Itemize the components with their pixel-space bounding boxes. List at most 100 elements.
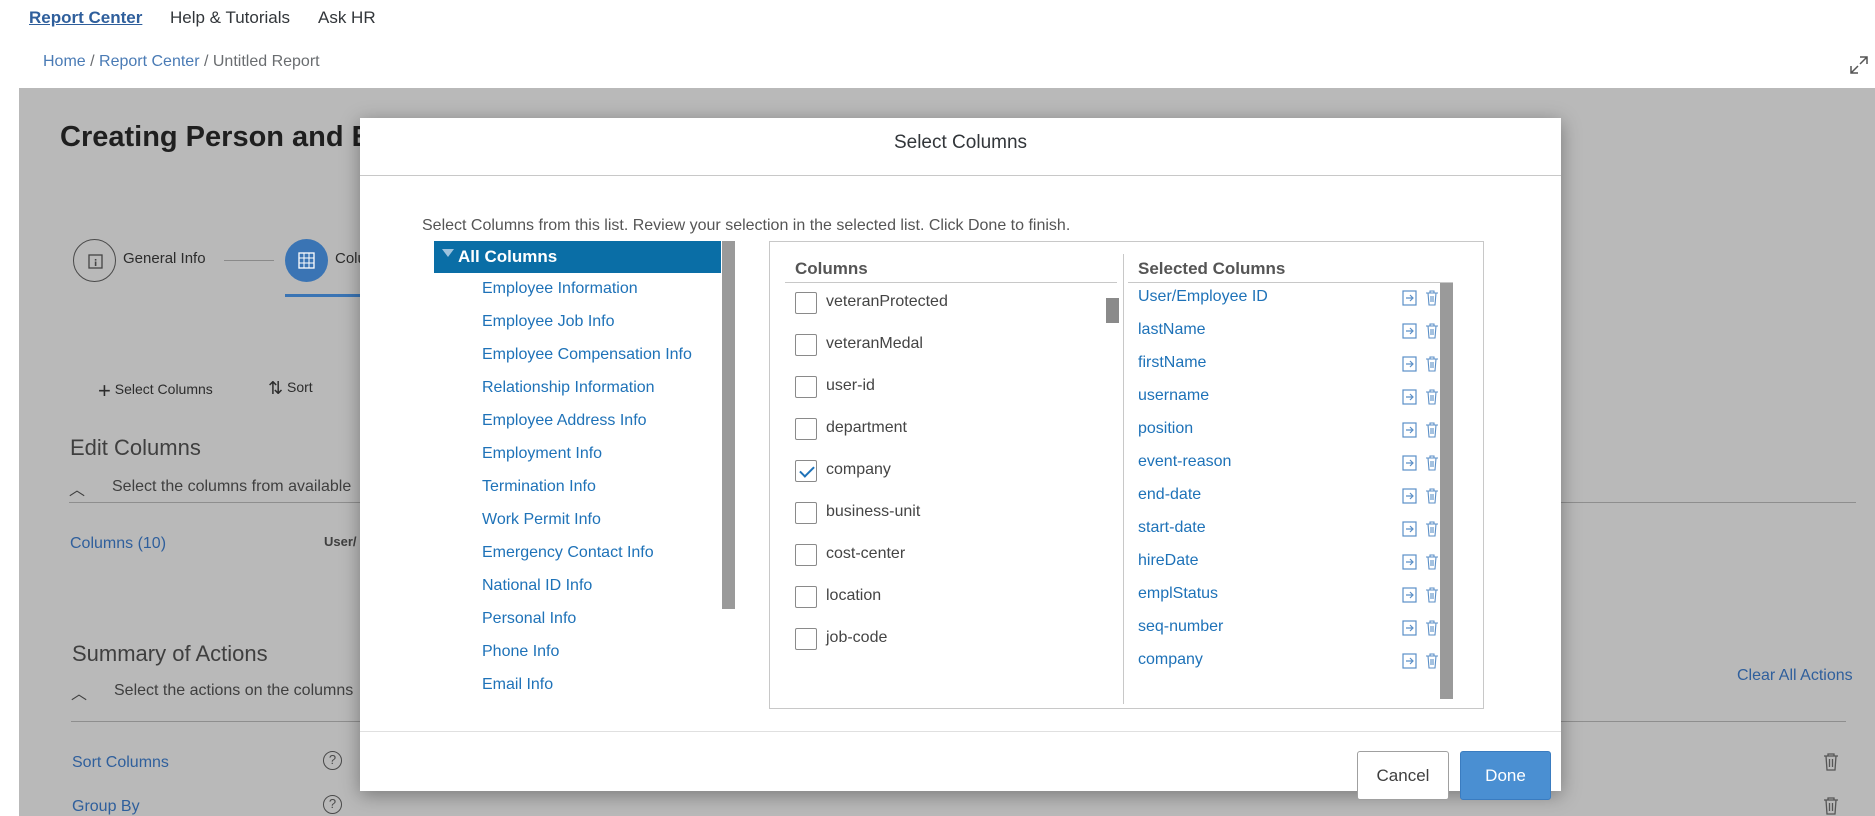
sort-columns-link[interactable]: Sort Columns	[72, 754, 169, 772]
selected-column-item[interactable]: start-date	[1138, 519, 1206, 537]
tree-item[interactable]: Personal Info	[482, 610, 576, 628]
move-column-icon[interactable]	[1402, 356, 1418, 372]
trash-icon[interactable]	[1822, 752, 1840, 772]
breadcrumb-report-center[interactable]: Report Center	[99, 53, 200, 70]
move-column-icon[interactable]	[1402, 455, 1418, 471]
nav-help-tutorials[interactable]: Help & Tutorials	[170, 8, 290, 28]
tree-scrollbar[interactable]	[722, 241, 735, 609]
select-columns-dialog: Select Columns Select Columns from this …	[360, 118, 1561, 800]
selected-columns-header: Selected Columns	[1138, 259, 1286, 278]
selected-column-item[interactable]: company	[1138, 651, 1203, 669]
tree-item[interactable]: Employee Address Info	[482, 412, 647, 430]
trash-icon[interactable]	[1425, 422, 1439, 438]
expand-triangle-icon[interactable]	[442, 249, 454, 257]
breadcrumb-current: Untitled Report	[212, 53, 320, 70]
selected-column-item[interactable]: hireDate	[1138, 552, 1198, 570]
select-columns-button[interactable]: + Select Columns	[98, 378, 213, 404]
move-column-icon[interactable]	[1402, 620, 1418, 636]
trash-icon[interactable]	[1425, 554, 1439, 570]
done-button[interactable]: Done	[1460, 751, 1551, 800]
trash-icon[interactable]	[1425, 587, 1439, 603]
trash-icon[interactable]	[1425, 356, 1439, 372]
edit-columns-title: Edit Columns	[70, 435, 201, 460]
sort-button[interactable]: ⇅ Sort	[268, 378, 313, 399]
checkbox-checked[interactable]	[795, 460, 817, 482]
step-general-info[interactable]	[73, 239, 116, 282]
tree-item[interactable]: Employee Information	[482, 280, 638, 298]
selected-column-item[interactable]: seq-number	[1138, 618, 1223, 636]
move-column-icon[interactable]	[1402, 521, 1418, 537]
collapse-summary[interactable]: ︿	[71, 680, 87, 704]
tree-item[interactable]: Work Permit Info	[482, 511, 601, 529]
move-column-icon[interactable]	[1402, 587, 1418, 603]
tree-item[interactable]: Termination Info	[482, 478, 596, 496]
checkbox[interactable]	[795, 586, 817, 608]
trash-icon[interactable]	[1425, 389, 1439, 405]
help-icon[interactable]: ?	[323, 751, 342, 770]
breadcrumb: Home / Report Center / Untitled Report	[43, 53, 320, 71]
nav-ask-hr[interactable]: Ask HR	[318, 8, 376, 28]
checkbox[interactable]	[795, 502, 817, 524]
selected-column-item[interactable]: lastName	[1138, 321, 1206, 339]
trash-icon[interactable]	[1425, 488, 1439, 504]
checkbox[interactable]	[795, 418, 817, 440]
checkbox[interactable]	[795, 628, 817, 650]
selected-column-item[interactable]: username	[1138, 387, 1209, 405]
move-column-icon[interactable]	[1402, 323, 1418, 339]
column-option-label: veteranProtected	[826, 293, 948, 310]
edit-columns-hint: Select the columns from available	[112, 478, 352, 495]
trash-icon[interactable]	[1425, 455, 1439, 471]
selected-scrollbar[interactable]	[1440, 283, 1453, 699]
clear-all-actions-link[interactable]: Clear All Actions	[1737, 667, 1853, 685]
checkbox[interactable]	[795, 376, 817, 398]
move-column-icon[interactable]	[1402, 422, 1418, 438]
step-columns[interactable]	[285, 239, 328, 282]
breadcrumb-separator: /	[199, 53, 213, 70]
collapse-edit-columns[interactable]: ︿	[69, 476, 85, 500]
trash-icon[interactable]	[1425, 323, 1439, 339]
selected-column-item[interactable]: firstName	[1138, 354, 1206, 372]
divider	[1128, 282, 1453, 283]
column-header-cell: User/	[324, 534, 357, 549]
selected-column-item[interactable]: emplStatus	[1138, 585, 1218, 603]
tree-root-all-columns[interactable]: All Columns	[434, 241, 721, 273]
selected-column-item[interactable]: end-date	[1138, 486, 1201, 504]
cancel-button[interactable]: Cancel	[1357, 751, 1449, 800]
tree-item[interactable]: National ID Info	[482, 577, 592, 595]
expand-icon[interactable]	[1849, 55, 1869, 75]
columns-count-link[interactable]: Columns (10)	[70, 535, 166, 553]
trash-icon[interactable]	[1425, 521, 1439, 537]
trash-icon[interactable]	[1425, 653, 1439, 669]
checkbox[interactable]	[795, 292, 817, 314]
sort-label: Sort	[286, 379, 313, 395]
checkbox[interactable]	[795, 544, 817, 566]
tree-item[interactable]: Employment Info	[482, 445, 602, 463]
move-column-icon[interactable]	[1402, 290, 1418, 306]
checkbox[interactable]	[795, 334, 817, 356]
tree-item[interactable]: Emergency Contact Info	[482, 544, 654, 562]
selected-column-item[interactable]: position	[1138, 420, 1193, 438]
move-column-icon[interactable]	[1402, 488, 1418, 504]
move-column-icon[interactable]	[1402, 554, 1418, 570]
move-column-icon[interactable]	[1402, 653, 1418, 669]
help-icon[interactable]: ?	[323, 795, 342, 814]
tree-item[interactable]: Employee Job Info	[482, 313, 615, 331]
move-column-icon[interactable]	[1402, 389, 1418, 405]
tree-item[interactable]: Employee Compensation Info	[482, 346, 692, 364]
selected-column-item[interactable]: event-reason	[1138, 453, 1231, 471]
column-option-label: job-code	[826, 629, 888, 646]
tree-item[interactable]: Relationship Information	[482, 379, 655, 397]
breadcrumb-home[interactable]: Home	[43, 53, 86, 70]
group-by-link[interactable]: Group By	[72, 798, 140, 816]
trash-icon[interactable]	[1822, 796, 1840, 816]
tree-item[interactable]: Email Info	[482, 676, 553, 694]
breadcrumb-separator: /	[85, 53, 100, 70]
trash-icon[interactable]	[1425, 290, 1439, 306]
nav-report-center[interactable]: Report Center	[29, 8, 142, 28]
dialog-instructions: Select Columns from this list. Review yo…	[422, 217, 1071, 234]
columns-scrollbar[interactable]	[1106, 298, 1119, 323]
tree-item[interactable]: Phone Info	[482, 643, 559, 661]
dialog-footer: Cancel Done	[360, 731, 1561, 800]
selected-column-item[interactable]: User/Employee ID	[1138, 288, 1268, 306]
trash-icon[interactable]	[1425, 620, 1439, 636]
